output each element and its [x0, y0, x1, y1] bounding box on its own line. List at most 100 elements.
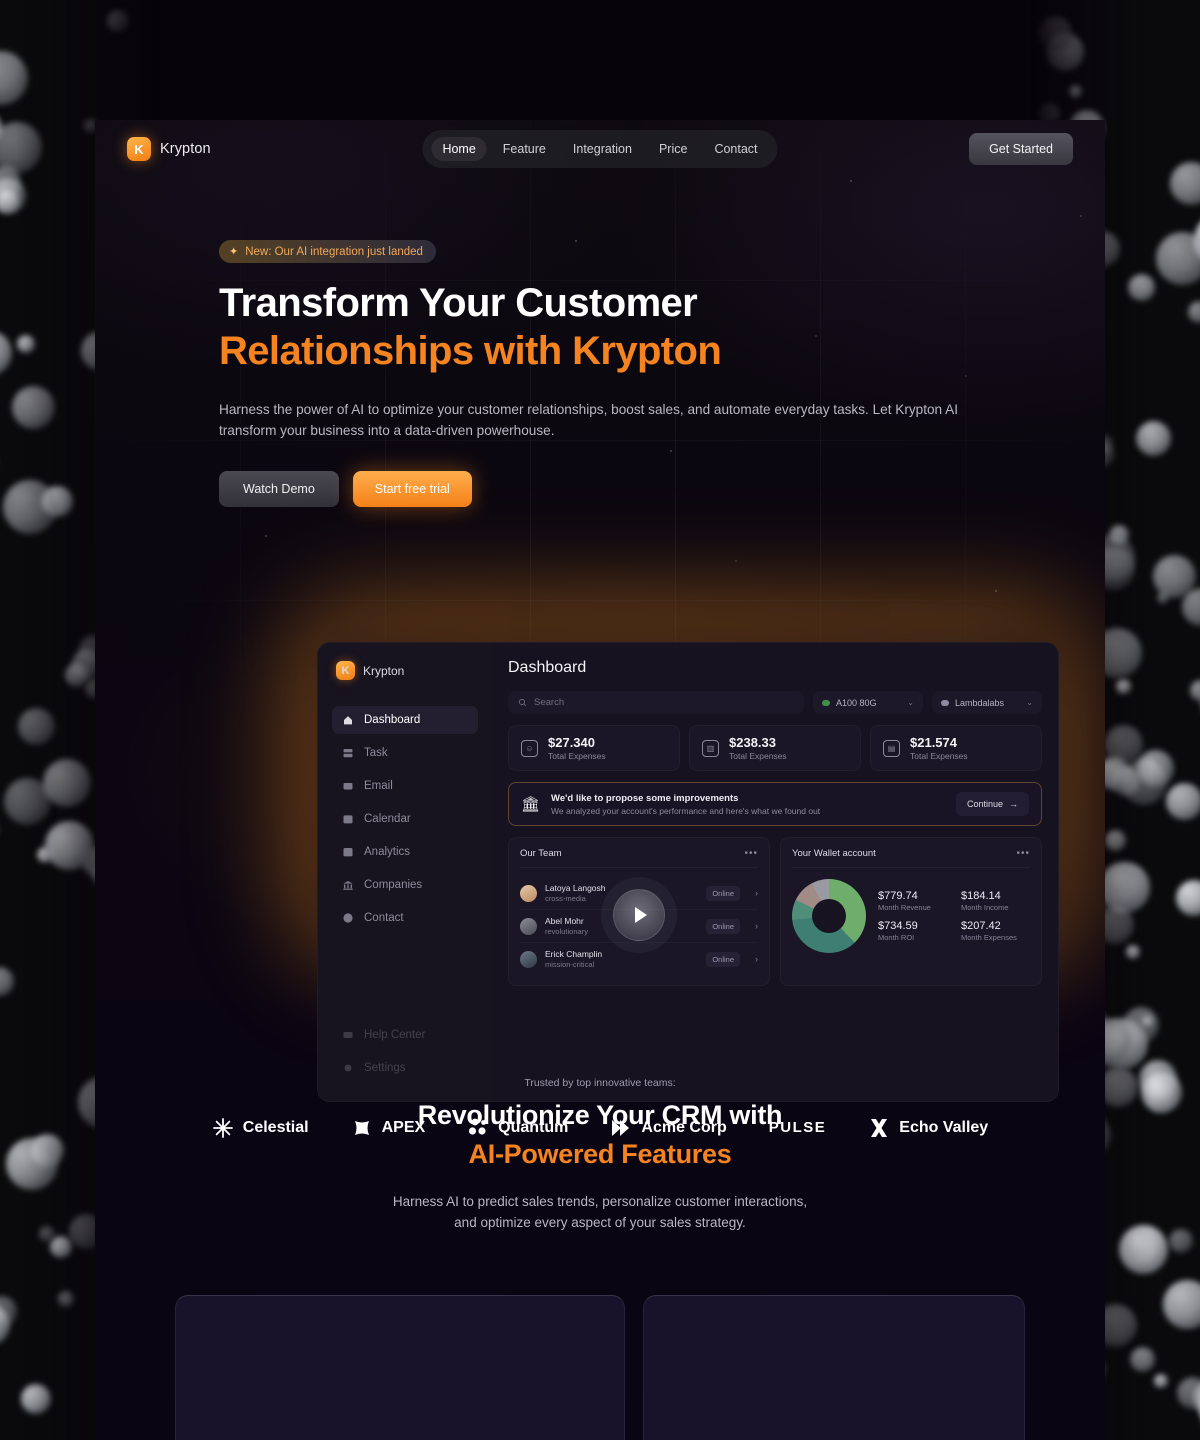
get-started-button[interactable]: Get Started [969, 133, 1073, 165]
sidebar-item-analytics[interactable]: Analytics [332, 838, 478, 866]
sidebar-item-calendar[interactable]: Calendar [332, 805, 478, 833]
chevron-down-icon: ⌄ [1026, 698, 1033, 707]
metric-label: Month Expenses [961, 933, 1030, 942]
provider-selector[interactable]: Lambdalabs ⌄ [932, 691, 1042, 714]
watch-demo-button[interactable]: Watch Demo [219, 471, 339, 507]
wallet-panel: Your Wallet account ••• $779.74 Month Re… [780, 837, 1042, 986]
decorative-star [265, 535, 267, 537]
search-input[interactable]: Search [508, 691, 804, 714]
brand-name: Krypton [160, 141, 211, 157]
banner-title: We'd like to propose some improvements [551, 793, 820, 804]
hero-title-line1: Transform Your Customer [219, 281, 697, 325]
metric-label: Month Revenue [878, 903, 947, 912]
nav-item-contact[interactable]: Contact [703, 137, 768, 161]
hero-section: K Krypton Home Feature Integration Price Con… [95, 120, 1105, 1000]
features-title-line2: AI-Powered Features [95, 1135, 1105, 1174]
more-options-icon[interactable]: ••• [1016, 848, 1030, 859]
member-name: Erick Champlin [545, 949, 602, 959]
gpu-icon [822, 700, 830, 706]
search-icon [518, 698, 527, 707]
nav-item-integration[interactable]: Integration [562, 137, 643, 161]
smiley-square-icon: ☺ [521, 740, 538, 757]
metric-label: Month Income [961, 903, 1030, 912]
chevron-right-icon[interactable]: › [755, 921, 758, 931]
calendar-icon [342, 813, 354, 825]
sidebar-item-companies[interactable]: Companies [332, 871, 478, 899]
nav-item-home[interactable]: Home [431, 137, 486, 161]
user-circle-icon [342, 912, 354, 924]
member-role: revolutionary [545, 927, 588, 936]
features-title: Revolutionize Your CRM with AI-Powered F… [95, 1096, 1105, 1174]
chevron-right-icon[interactable]: › [755, 954, 758, 964]
stat-card: ☺ $27.340 Total Expenses [508, 725, 680, 771]
wallet-panel-header: Your Wallet account ••• [792, 848, 1030, 868]
sidebar-item-email[interactable]: Email [332, 772, 478, 800]
gpu-selector-label: A100 80G [836, 698, 877, 708]
stat-card: ▤ $21.574 Total Expenses [870, 725, 1042, 771]
krypton-logo-icon: K [127, 137, 151, 161]
decorative-star [735, 560, 737, 562]
continue-button[interactable]: Continue → [956, 792, 1029, 816]
dashboard-brand: K Krypton [332, 661, 478, 680]
start-free-trial-button[interactable]: Start free trial [353, 471, 472, 507]
stat-label: Total Expenses [548, 751, 606, 761]
mail-icon [342, 780, 354, 792]
announcement-text: New: Our AI integration just landed [245, 246, 423, 258]
sidebar-item-label: Companies [364, 879, 422, 891]
sidebar-item-label: Email [364, 780, 393, 792]
sparkle-icon: ✦ [229, 245, 238, 258]
dashboard-brand-name: Krypton [363, 664, 404, 678]
sidebar-item-label: Task [364, 747, 388, 759]
metric-value: $207.42 [961, 920, 1030, 932]
hero-content: ✦ New: Our AI integration just landed Tr… [95, 178, 1105, 507]
stat-value: $27.340 [548, 735, 606, 751]
card-square-icon: ▤ [883, 740, 900, 757]
status-badge: Online [706, 886, 740, 901]
site-header: K Krypton Home Feature Integration Price Con… [95, 120, 1105, 178]
sidebar-item-dashboard[interactable]: Dashboard [332, 706, 478, 734]
team-member-row[interactable]: Erick Champlin mission-critical Online › [520, 943, 758, 975]
hero-subtitle: Harness the power of AI to optimize your… [219, 399, 971, 441]
play-video-button[interactable] [613, 889, 665, 941]
stat-card-row: ☺ $27.340 Total Expenses ▥ $238.33 Total… [508, 725, 1042, 771]
brand-logo[interactable]: K Krypton [127, 137, 211, 161]
stat-card: ▥ $238.33 Total Expenses [689, 725, 861, 771]
avatar [520, 885, 537, 902]
sidebar-item-label: Dashboard [364, 714, 420, 726]
avatar [520, 918, 537, 935]
dashboard-panels: Our Team ••• Latoya Langosh cross-media … [508, 837, 1042, 986]
status-badge: Online [706, 952, 740, 967]
member-role: cross-media [545, 894, 606, 903]
task-list-icon [342, 747, 354, 759]
wallet-metric: $779.74 Month Revenue [878, 890, 947, 912]
metric-value: $734.59 [878, 920, 947, 932]
nav-item-feature[interactable]: Feature [492, 137, 557, 161]
stat-value: $21.574 [910, 735, 968, 751]
announcement-badge[interactable]: ✦ New: Our AI integration just landed [219, 240, 436, 263]
features-section: Revolutionize Your CRM with AI-Powered F… [95, 1000, 1105, 1440]
provider-selector-label: Lambdalabs [955, 698, 1004, 708]
status-badge: Online [706, 919, 740, 934]
wallet-metric: $734.59 Month ROI [878, 920, 947, 942]
feature-card-leads[interactable]: Lead Management [643, 1295, 1025, 1440]
decorative-star [995, 590, 997, 592]
main-nav[interactable]: Home Feature Integration Price Contact [422, 130, 777, 168]
wallet-metric: $184.14 Month Income [961, 890, 1030, 912]
feature-card-sales[interactable]: Sales Performance Overview [175, 1295, 625, 1440]
features-title-line1: Revolutionize Your CRM with [418, 1100, 782, 1130]
bank-icon: 🏛 [521, 795, 540, 813]
bar-chart-square-icon: ▥ [702, 740, 719, 757]
wallet-body: $779.74 Month Revenue $184.14 Month Inco… [792, 877, 1030, 953]
nav-item-price[interactable]: Price [648, 137, 698, 161]
more-options-icon[interactable]: ••• [744, 848, 758, 859]
sidebar-item-task[interactable]: Task [332, 739, 478, 767]
chevron-right-icon[interactable]: › [755, 888, 758, 898]
hero-cta-row: Watch Demo Start free trial [219, 471, 1105, 507]
home-icon [342, 714, 354, 726]
metric-value: $779.74 [878, 890, 947, 902]
features-subtitle: Harness AI to predict sales trends, pers… [380, 1192, 820, 1233]
banner-subtitle: We analyzed your account's performance a… [551, 806, 820, 816]
chevron-down-icon: ⌄ [907, 698, 914, 707]
sidebar-item-contact[interactable]: Contact [332, 904, 478, 932]
gpu-selector[interactable]: A100 80G ⌄ [813, 691, 923, 714]
